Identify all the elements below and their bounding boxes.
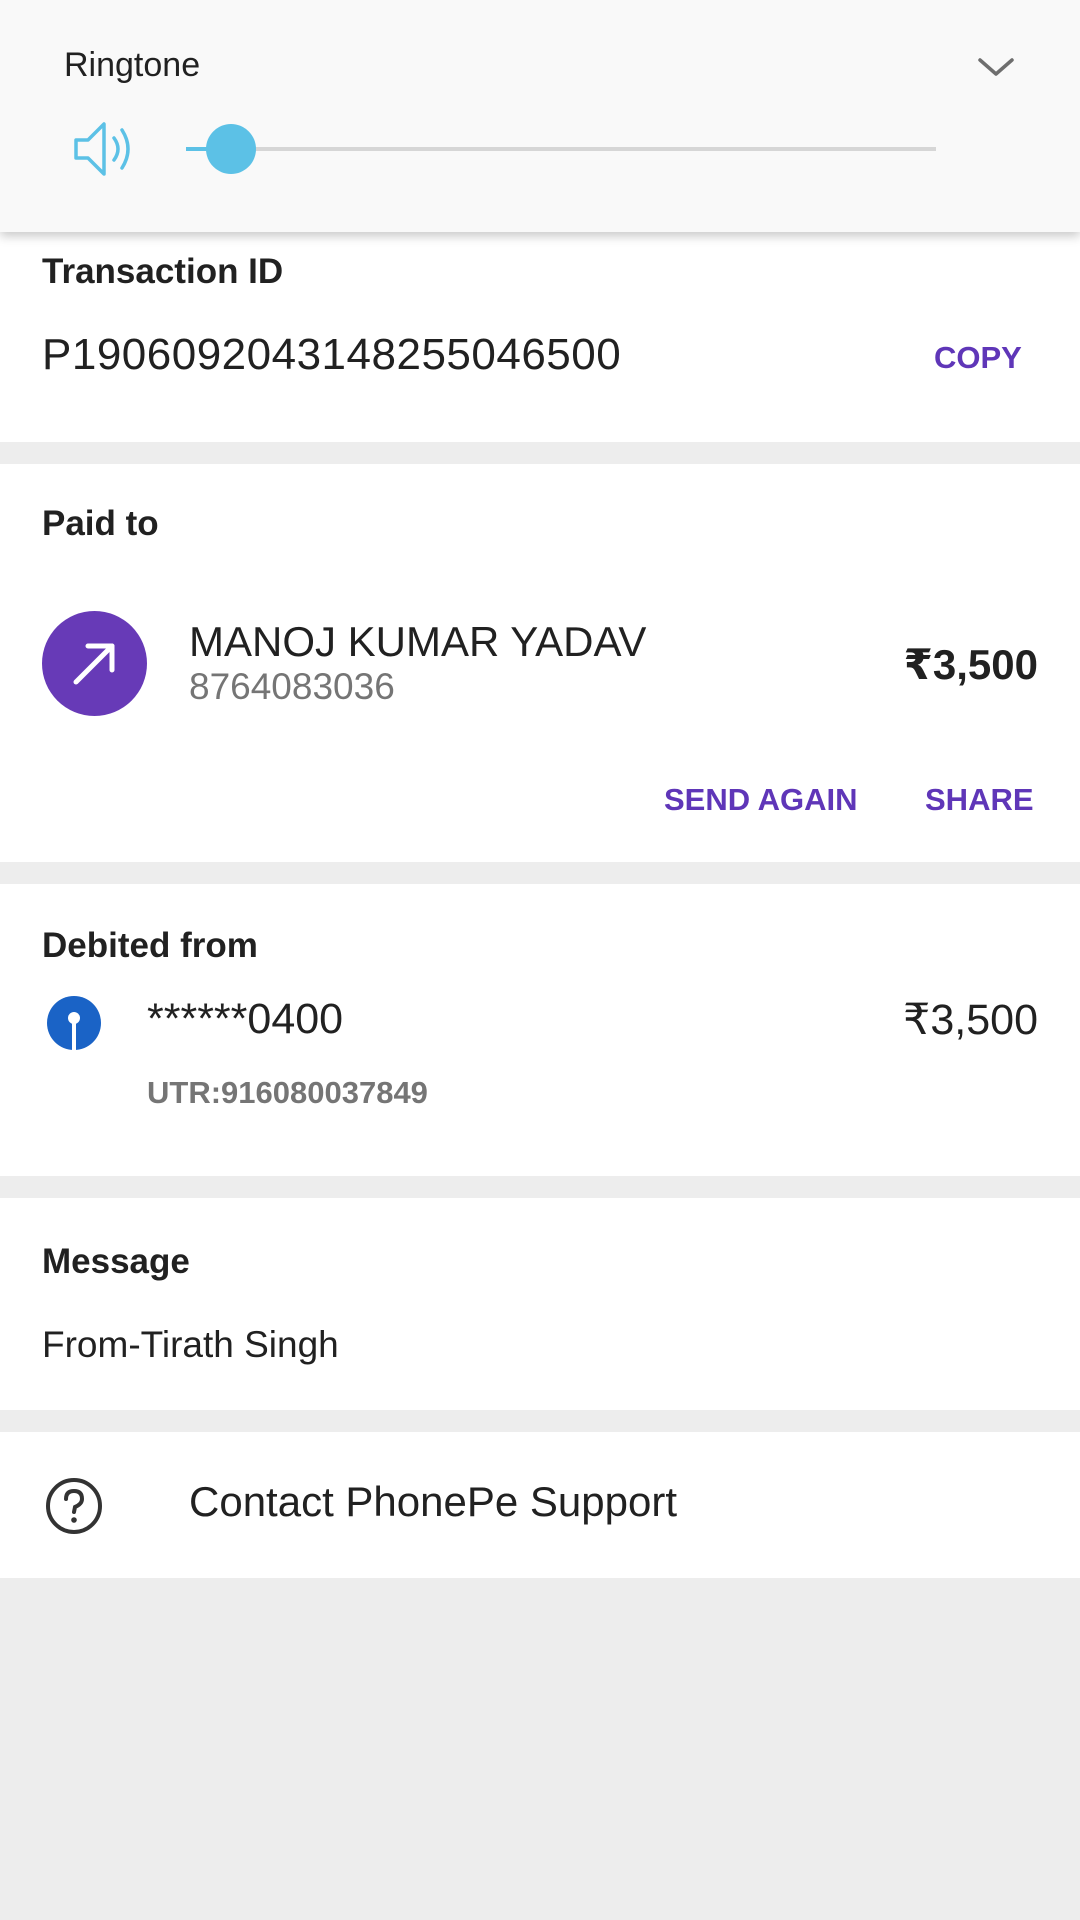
paid-to-title: Paid to [42, 504, 159, 543]
help-circle-icon [46, 1478, 102, 1534]
contact-support-label: Contact PhonePe Support [189, 1478, 678, 1525]
arrow-up-right-icon [73, 643, 115, 685]
volume-slider[interactable] [186, 124, 936, 174]
debited-amount: ₹3,500 [903, 996, 1038, 1044]
send-again-button[interactable]: SEND AGAIN [664, 782, 857, 818]
transaction-id-title: Transaction ID [42, 252, 284, 291]
payee-avatar [42, 611, 147, 716]
transaction-details-screen: Ringtone Transaction ID P190609204314825… [0, 0, 1080, 1920]
paid-amount: ₹3,500 [903, 641, 1038, 688]
copy-button[interactable]: COPY [934, 340, 1022, 376]
transaction-id-value: P1906092043148255046500 [42, 330, 622, 379]
transaction-id-card: Transaction ID P1906092043148255046500 C… [0, 232, 1080, 442]
volume-slider-thumb[interactable] [206, 124, 256, 174]
speaker-volume-icon[interactable] [72, 118, 138, 180]
message-text: From-Tirath Singh [42, 1324, 339, 1365]
message-card: Message From-Tirath Singh [0, 1198, 1080, 1410]
payee-phone: 8764083036 [189, 666, 395, 707]
account-number: ******0400 [147, 995, 344, 1043]
contact-support-row[interactable]: Contact PhonePe Support [0, 1432, 1080, 1578]
chevron-down-icon[interactable] [976, 52, 1016, 82]
volume-stream-label: Ringtone [64, 46, 201, 84]
bank-logo-icon [47, 996, 101, 1051]
debited-from-card: Debited from ******0400 ₹3,500 UTR:91608… [0, 884, 1080, 1176]
volume-panel: Ringtone [0, 0, 1080, 232]
utr-number: UTR:916080037849 [147, 1075, 428, 1110]
debited-from-title: Debited from [42, 926, 258, 965]
payee-name: MANOJ KUMAR YADAV [189, 618, 647, 665]
paid-to-card: Paid to MANOJ KUMAR YADAV 8764083036 ₹3,… [0, 464, 1080, 862]
message-title: Message [42, 1242, 190, 1281]
share-button[interactable]: SHARE [925, 782, 1034, 818]
